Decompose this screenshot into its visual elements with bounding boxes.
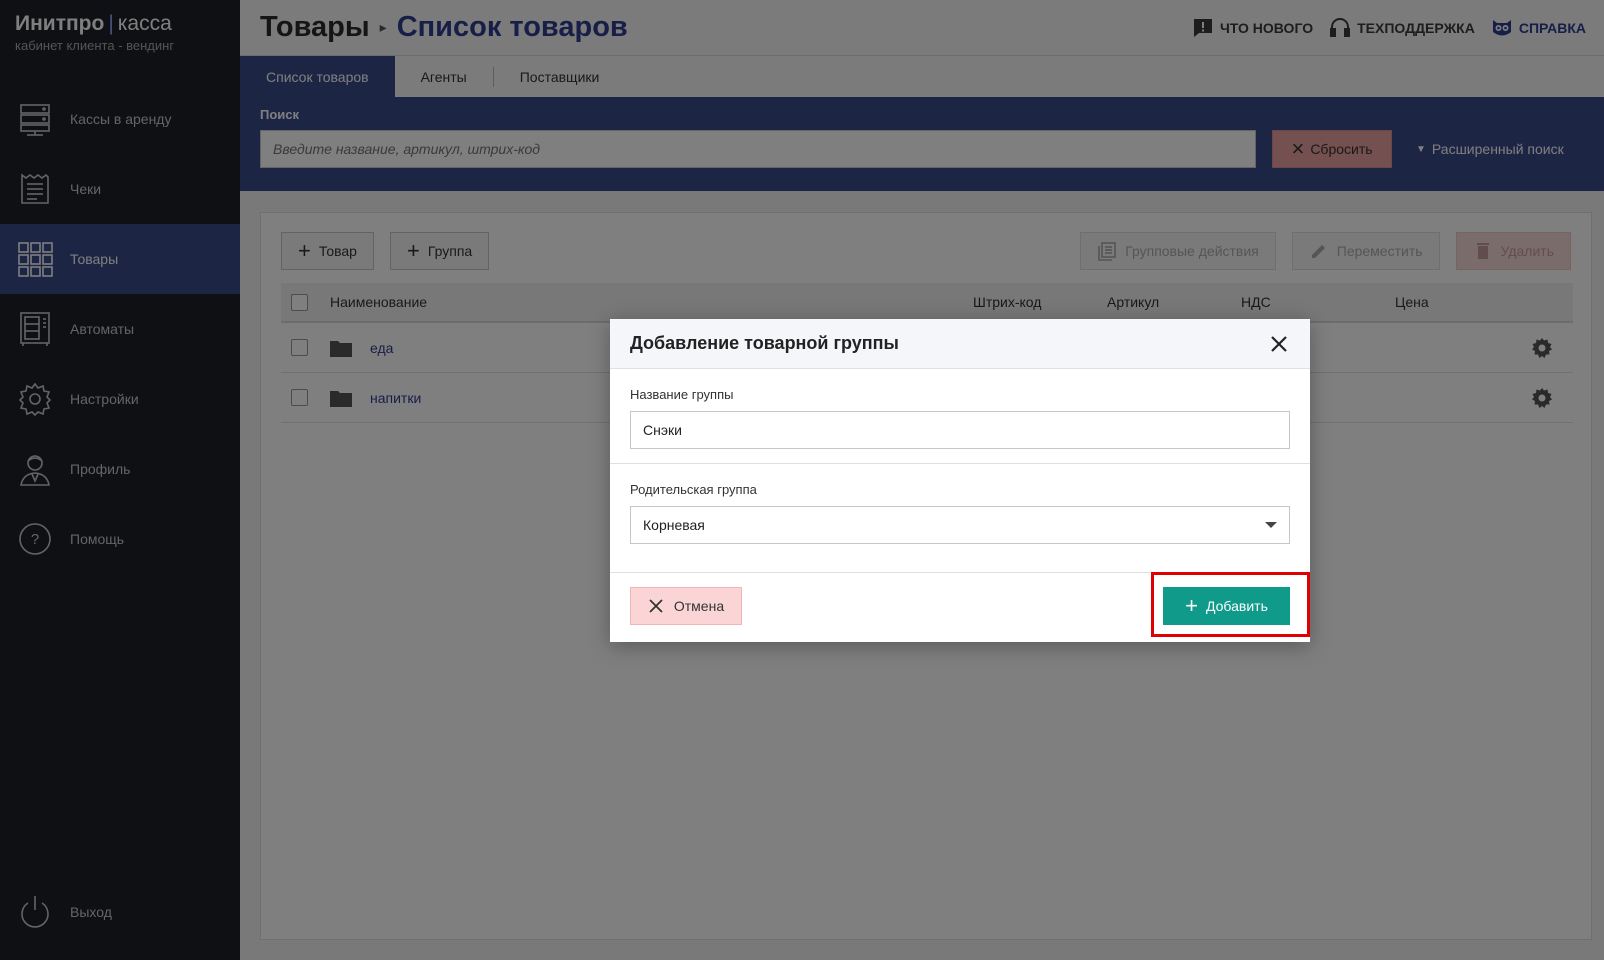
close-icon[interactable] [1268,333,1290,355]
parent-group-label: Родительская группа [630,482,757,497]
dialog-footer: Отмена + Добавить [610,572,1310,639]
plus-icon: + [1185,593,1198,618]
chevron-down-icon [1265,522,1277,528]
group-name-input[interactable] [630,411,1290,449]
group-name-label: Название группы [630,387,734,402]
add-label: Добавить [1205,598,1268,614]
cancel-label: Отмена [673,598,725,614]
cancel-button[interactable]: Отмена [630,587,742,625]
dialog-title: Добавление товарной группы [630,333,899,353]
parent-group-section: Родительская группа Корневая [610,464,1310,573]
add-button[interactable]: + Добавить [1163,587,1290,625]
parent-group-value: Корневая [643,517,705,533]
dialog-header: Добавление товарной группы [610,319,1310,369]
group-name-section: Название группы [610,369,1310,464]
close-icon [649,599,663,613]
add-group-dialog: Добавление товарной группы Название груп… [610,319,1310,642]
parent-group-select[interactable]: Корневая [630,506,1290,544]
